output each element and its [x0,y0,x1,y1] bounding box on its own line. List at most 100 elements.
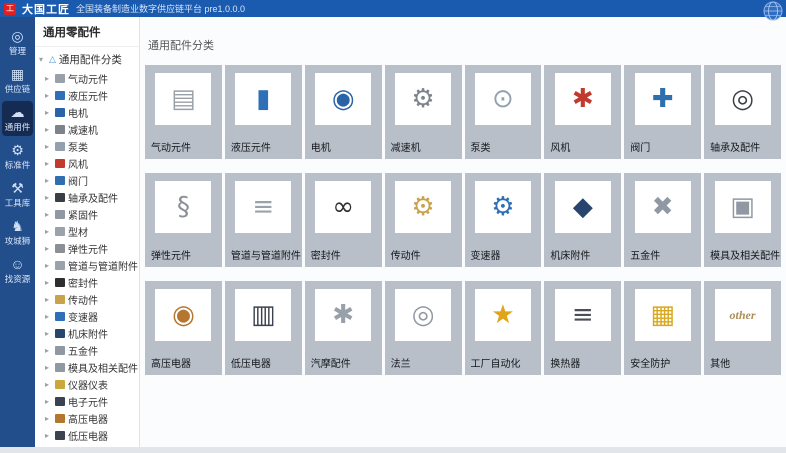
tree-item-thumbnail [55,108,65,117]
tree-item[interactable]: ▸变速器 [45,308,139,325]
tree-item-label: 仪器仪表 [68,377,108,392]
category-card[interactable]: other其他 [704,281,781,375]
category-card[interactable]: ▮液压元件 [225,65,302,159]
sidebar-item-engineer[interactable]: ♞攻城狮 [2,215,33,250]
category-photo-glyph: ★ [491,302,514,328]
tree-item[interactable]: ▸轴承及配件 [45,189,139,206]
tree-item[interactable]: ▸管道与管道附件 [45,257,139,274]
category-card[interactable]: ▥低压电器 [225,281,302,375]
chevron-right-icon: ▸ [45,329,52,338]
category-card[interactable]: ≡ 管道与管道附件 [225,173,302,267]
tree-item[interactable]: ▸电子元件 [45,393,139,410]
category-card[interactable]: ◎法兰 [385,281,462,375]
tree-panel: 通用零配件 ▾ △ 通用配件分类 ▸气动元件▸液压元件▸电机▸减速机▸泵类▸风机… [35,17,140,447]
category-card[interactable]: ✖五金件 [624,173,701,267]
category-card[interactable]: ★ 工厂自动化 [465,281,542,375]
category-label: 模具及相关配件 [710,247,780,262]
tree-item[interactable]: ▸模具及相关配件 [45,359,139,376]
tree-item-thumbnail [55,363,65,372]
tree-item-thumbnail [55,261,65,270]
category-photo: ◎ [715,73,771,125]
tree-item[interactable]: ▸型材 [45,223,139,240]
sidebar-item-common-parts[interactable]: ☁通用件 [2,101,33,136]
globe-icon[interactable] [763,1,783,26]
tree-item[interactable]: ▸密封件 [45,274,139,291]
category-card[interactable]: ⚙变速器 [465,173,542,267]
chevron-right-icon: ▸ [45,431,52,440]
category-photo: ⚙ [475,181,531,233]
category-card[interactable]: ◉高压电器 [145,281,222,375]
category-card[interactable]: ◆机床附件 [544,173,621,267]
app-name: 大国工匠 [22,1,70,17]
category-label: 泵类 [471,139,491,154]
tree-item-label: 气动元件 [68,71,108,86]
category-card[interactable]: ⊙ 泵类 [465,65,542,159]
chevron-right-icon: ▸ [45,363,52,372]
tree-item[interactable]: ▸仪器仪表 [45,376,139,393]
sidebar-item-label: 攻城狮 [5,235,31,247]
tree-root-node[interactable]: ▾ △ 通用配件分类 [35,47,139,70]
category-photo-glyph: ⚙ [411,194,434,220]
tree-item[interactable]: ▸低压电器 [45,427,139,444]
category-card[interactable]: ▦安全防护 [624,281,701,375]
chevron-right-icon: ▸ [45,244,52,253]
tree-item-thumbnail [55,244,65,253]
tree-item[interactable]: ▸液压元件 [45,87,139,104]
tree-item-label: 液压元件 [68,88,108,103]
tree-item-thumbnail [55,125,65,134]
tree-item-thumbnail [55,210,65,219]
sidebar-item-find-resources[interactable]: ☺找资源 [2,253,33,288]
tree-item[interactable]: ▸五金件 [45,342,139,359]
tree-item[interactable]: ▸电机 [45,104,139,121]
category-label: 电机 [311,139,331,154]
category-photo-glyph: ✖ [652,194,674,220]
category-label: 管道与管道附件 [231,247,301,262]
chevron-right-icon: ▸ [45,346,52,355]
category-card[interactable]: §弹性元件 [145,173,222,267]
sidebar-item-supply-chain[interactable]: ▦供应链 [2,63,33,98]
tree-item[interactable]: ▸传动件 [45,291,139,308]
title-bar: 工 大国工匠 全国装备制造业数字供应链平台 pre1.0.0.0 [0,0,786,17]
tree-item-label: 紧固件 [68,207,98,222]
sidebar-item-label: 工具库 [5,197,31,209]
category-photo: ≡ [555,289,611,341]
category-label: 轴承及配件 [710,139,760,154]
tree-item[interactable]: ▸弹性元件 [45,240,139,257]
tree-item[interactable]: ▸泵类 [45,138,139,155]
tree-item[interactable]: ▸紧固件 [45,206,139,223]
tree-item[interactable]: ▸高压电器 [45,410,139,427]
category-photo: ⊙ [475,73,531,125]
category-card[interactable]: ∞密封件 [305,173,382,267]
category-card[interactable]: ⚙传动件 [385,173,462,267]
category-card[interactable]: ⚙减速机 [385,65,462,159]
category-photo-glyph: ◎ [731,86,754,112]
sidebar-item-standard-parts[interactable]: ⚙标准件 [2,139,33,174]
sidebar-item-manage[interactable]: ◎管理 [2,25,33,60]
category-photo: ✖ [635,181,691,233]
sidebar-item-label: 标准件 [5,159,31,171]
category-card[interactable]: ▣ 模具及相关配件 [704,173,781,267]
category-label: 密封件 [311,247,341,262]
tree-item-thumbnail [55,193,65,202]
category-card[interactable]: ≡换热器 [544,281,621,375]
category-card[interactable]: ▤气动元件 [145,65,222,159]
category-card[interactable]: ✱汽摩配件 [305,281,382,375]
category-photo: ≡ [235,181,291,233]
sidebar-item-tool-library[interactable]: ⚒工具库 [2,177,33,212]
tree-item[interactable]: ▸阀门 [45,172,139,189]
category-card[interactable]: ◉电机 [305,65,382,159]
tree-item[interactable]: ▸减速机 [45,121,139,138]
tree-item[interactable]: ▸风机 [45,155,139,172]
category-photo: ◆ [555,181,611,233]
category-card[interactable]: ◎ 轴承及配件 [704,65,781,159]
category-photo: ▣ [715,181,771,233]
tree-item[interactable]: ▸机床附件 [45,325,139,342]
tree-item-thumbnail [55,227,65,236]
category-label: 工厂自动化 [471,355,521,370]
tree-item-thumbnail [55,380,65,389]
tree-item[interactable]: ▸气动元件 [45,70,139,87]
category-photo: ▮ [235,73,291,125]
category-card[interactable]: ✱风机 [544,65,621,159]
category-label: 风机 [550,139,570,154]
category-card[interactable]: ✚阀门 [624,65,701,159]
